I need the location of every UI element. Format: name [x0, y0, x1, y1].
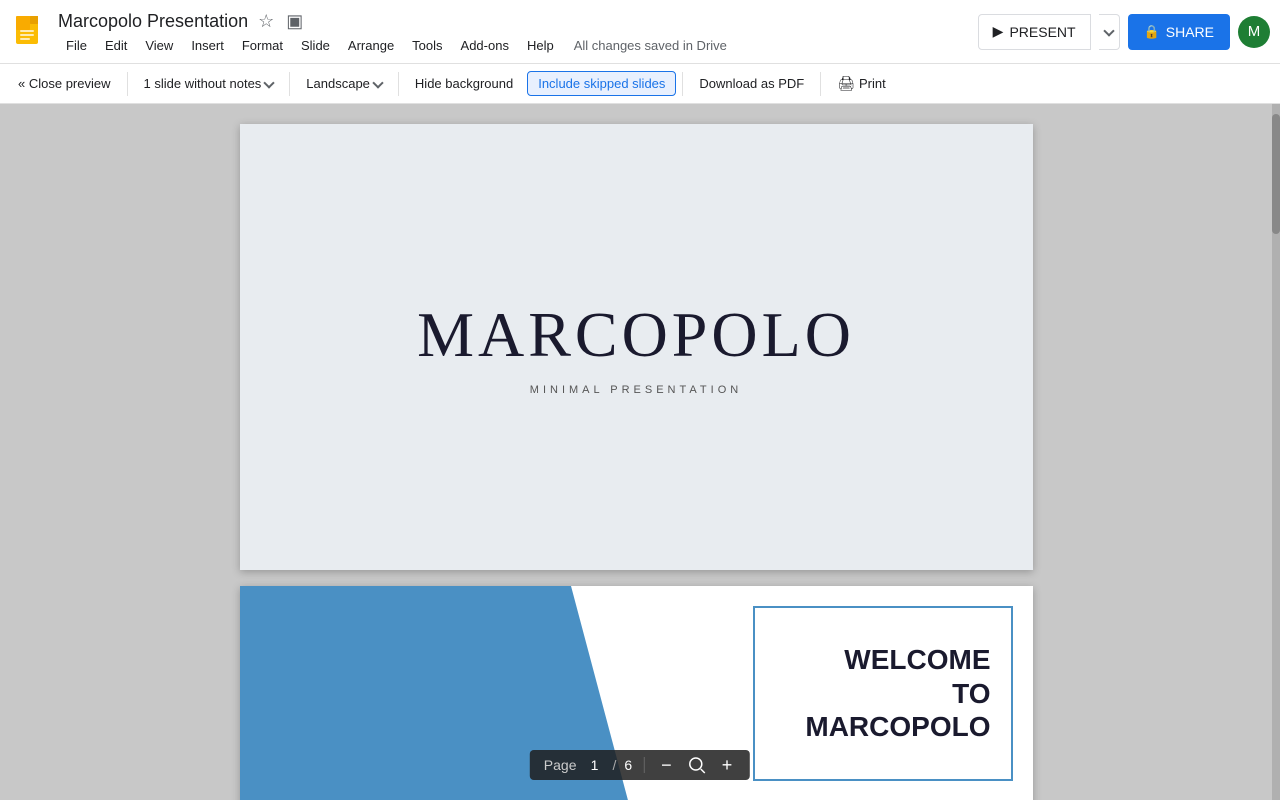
- page-controls-divider: [644, 757, 645, 773]
- menu-arrange[interactable]: Arrange: [340, 36, 402, 55]
- page-separator: /: [612, 757, 616, 773]
- toolbar-divider-4: [682, 72, 683, 96]
- present-dropdown-button[interactable]: [1099, 14, 1120, 50]
- welcome-line2: TO: [952, 678, 990, 709]
- main-area: MARCOPOLO MINIMAL PRESENTATION WELCOME T…: [0, 104, 1280, 800]
- page-total: 6: [624, 757, 632, 773]
- slide-1-title: MARCOPOLO: [417, 298, 855, 372]
- chevron-down-icon: [264, 77, 275, 88]
- slide-2-text-box: WELCOME TO MARCOPOLO: [753, 606, 1013, 781]
- slide-1-subtitle: MINIMAL PRESENTATION: [530, 384, 742, 396]
- star-icon: ☆: [258, 11, 274, 32]
- page-controls: Page 1 / 6 − +: [530, 750, 750, 780]
- page-label: Page: [544, 757, 577, 773]
- zoom-reset-button[interactable]: [684, 756, 710, 774]
- print-icon: 🖨: [837, 75, 855, 92]
- scrollbar-thumb[interactable]: [1272, 114, 1280, 234]
- print-preview-toolbar: « Close preview 1 slide without notes La…: [0, 64, 1280, 104]
- right-controls: ▶ PRESENT 🔒 SHARE M: [978, 14, 1270, 50]
- slide-1-container: MARCOPOLO MINIMAL PRESENTATION: [240, 124, 1033, 570]
- zoom-icon: [688, 756, 706, 774]
- present-icon: ▶: [993, 23, 1004, 40]
- slide-2-welcome-text: WELCOME TO MARCOPOLO: [775, 643, 991, 744]
- toolbar-divider-5: [820, 72, 821, 96]
- slide-1: MARCOPOLO MINIMAL PRESENTATION: [240, 124, 1033, 570]
- toolbar-divider-2: [289, 72, 290, 96]
- menu-bar: File Edit View Insert Format Slide Arran…: [58, 36, 978, 55]
- close-preview-button[interactable]: « Close preview: [8, 72, 121, 95]
- avatar-initial: M: [1248, 23, 1261, 40]
- document-title: Marcopolo Presentation: [58, 11, 248, 32]
- print-label: Print: [859, 76, 886, 91]
- slide-notes-label: 1 slide without notes: [144, 76, 262, 91]
- menu-view[interactable]: View: [137, 36, 181, 55]
- folder-icon: ▣: [286, 11, 303, 32]
- scrollbar[interactable]: [1272, 104, 1280, 800]
- folder-button[interactable]: ▣: [284, 9, 305, 34]
- chevron-down-icon-2: [372, 77, 383, 88]
- menu-edit[interactable]: Edit: [97, 36, 135, 55]
- menu-addons[interactable]: Add-ons: [453, 36, 517, 55]
- welcome-line3: MARCOPOLO: [805, 711, 990, 742]
- star-button[interactable]: ☆: [256, 9, 276, 34]
- share-button[interactable]: 🔒 SHARE: [1128, 14, 1230, 50]
- toolbar-divider-1: [127, 72, 128, 96]
- app-icon: [10, 12, 50, 52]
- lock-icon: 🔒: [1144, 24, 1160, 40]
- download-pdf-button[interactable]: Download as PDF: [689, 72, 814, 95]
- toolbar-divider-3: [398, 72, 399, 96]
- present-label: PRESENT: [1009, 24, 1075, 40]
- print-button[interactable]: 🖨 Print: [827, 71, 896, 96]
- title-area: Marcopolo Presentation ☆ ▣ File Edit Vie…: [58, 9, 978, 55]
- menu-format[interactable]: Format: [234, 36, 291, 55]
- slides-area[interactable]: MARCOPOLO MINIMAL PRESENTATION WELCOME T…: [0, 104, 1272, 800]
- zoom-out-button[interactable]: −: [657, 756, 676, 774]
- menu-help[interactable]: Help: [519, 36, 562, 55]
- top-bar: Marcopolo Presentation ☆ ▣ File Edit Vie…: [0, 0, 1280, 64]
- zoom-in-button[interactable]: +: [718, 756, 737, 774]
- include-skipped-button[interactable]: Include skipped slides: [527, 71, 676, 96]
- menu-insert[interactable]: Insert: [183, 36, 232, 55]
- share-label: SHARE: [1166, 24, 1214, 40]
- hide-background-button[interactable]: Hide background: [405, 72, 523, 95]
- page-number-input[interactable]: 1: [584, 757, 604, 773]
- chevron-down-icon: [1103, 25, 1114, 36]
- welcome-line1: WELCOME: [844, 644, 990, 675]
- menu-slide[interactable]: Slide: [293, 36, 338, 55]
- slide-notes-button[interactable]: 1 slide without notes: [134, 72, 284, 95]
- orientation-label: Landscape: [306, 76, 370, 91]
- avatar[interactable]: M: [1238, 16, 1270, 48]
- menu-file[interactable]: File: [58, 36, 95, 55]
- orientation-button[interactable]: Landscape: [296, 72, 392, 95]
- menu-tools[interactable]: Tools: [404, 36, 450, 55]
- present-button[interactable]: ▶ PRESENT: [978, 14, 1091, 50]
- save-status: All changes saved in Drive: [574, 38, 727, 53]
